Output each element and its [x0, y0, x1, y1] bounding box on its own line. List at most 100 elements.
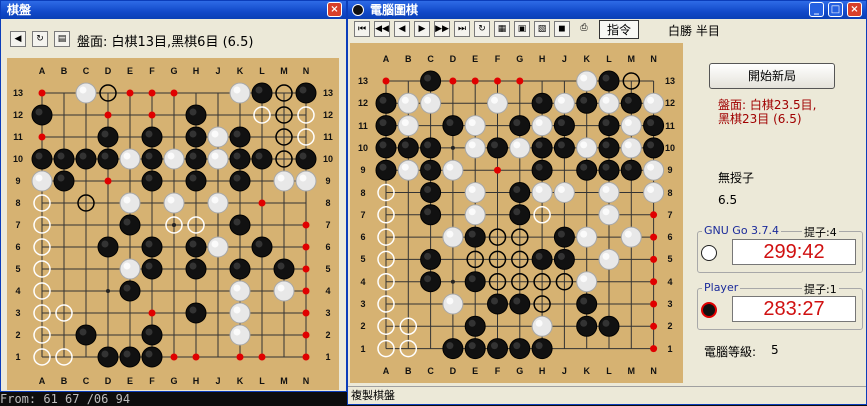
first-icon[interactable]: ⏮	[354, 21, 370, 37]
black-stone	[251, 82, 273, 104]
back-icon[interactable]: ◀	[394, 21, 410, 37]
white-stone	[397, 115, 419, 137]
right-board-panel: A A B B C C D D E E F F G G H H J J K K L L M M N N 13 13 12 12 11 11 10…	[350, 43, 683, 383]
minimize-icon[interactable]: _	[809, 2, 824, 17]
white-stone	[464, 204, 486, 226]
stone-highlight	[189, 174, 197, 182]
command-button[interactable]: 指令	[599, 20, 639, 39]
row-label-left: 6	[360, 232, 366, 243]
stone-highlight	[189, 306, 197, 314]
row-label-right: 7	[325, 220, 331, 230]
last-icon[interactable]: ⏭	[454, 21, 470, 37]
back-icon[interactable]: ◀	[10, 31, 26, 47]
red-territory-mark	[38, 133, 46, 141]
white-stone	[553, 92, 575, 114]
stone-highlight	[145, 152, 153, 160]
image-icon[interactable]: ▧	[534, 21, 550, 37]
white-stone	[598, 92, 620, 114]
white-stone	[643, 182, 665, 203]
stone-highlight	[535, 342, 543, 350]
close-icon[interactable]: ×	[847, 2, 862, 17]
black-stone	[464, 226, 486, 248]
red-territory-mark	[650, 300, 658, 308]
stone-highlight	[211, 240, 219, 248]
white-stone	[229, 324, 251, 346]
column-label-top: N	[302, 66, 310, 76]
fast-forward-icon[interactable]: ▶▶	[434, 21, 450, 37]
board-icon[interactable]: ▤	[54, 31, 70, 47]
white-stone	[531, 315, 553, 337]
stone-highlight	[255, 152, 263, 160]
black-stone	[553, 115, 575, 137]
close-icon[interactable]: ×	[327, 2, 342, 17]
maximize-icon[interactable]: □	[828, 2, 843, 17]
row-label-left: 10	[357, 142, 368, 153]
print-icon[interactable]: ⎙	[576, 21, 592, 37]
stone-highlight	[468, 319, 476, 327]
stone-highlight	[557, 252, 565, 260]
white-stone	[397, 159, 419, 181]
column-label-top: B	[405, 54, 412, 64]
stone-highlight	[647, 141, 655, 149]
white-stone	[229, 82, 251, 104]
forward-icon[interactable]: ▶	[414, 21, 430, 37]
black-stone	[141, 148, 163, 170]
stone-highlight	[468, 275, 476, 283]
red-territory-mark	[126, 89, 134, 97]
white-stone	[207, 192, 229, 214]
column-label-bottom: J	[561, 366, 567, 376]
row-label-right: 5	[325, 264, 331, 274]
black-stone	[643, 115, 665, 137]
row-label-left: 3	[15, 308, 21, 318]
red-territory-mark	[236, 353, 244, 361]
stone-highlight	[299, 86, 307, 94]
black-stone	[531, 338, 553, 360]
stone-highlight	[233, 284, 241, 292]
row-label-left: 3	[360, 299, 366, 309]
black-stone	[375, 115, 397, 137]
row-label-left: 5	[15, 264, 21, 274]
stone-highlight	[580, 141, 588, 149]
black-stone	[97, 148, 119, 170]
black-stone	[141, 324, 163, 346]
board-window-titlebar[interactable]: 棋盤 ×	[1, 1, 346, 19]
red-territory-mark	[302, 353, 310, 361]
stone-highlight	[491, 96, 498, 104]
rewind-icon[interactable]: ◀◀	[374, 21, 390, 37]
black-stone	[598, 70, 620, 92]
stone-highlight	[647, 96, 655, 104]
stone-highlight	[446, 163, 454, 171]
row-label-right: 2	[325, 330, 331, 340]
stone-highlight	[123, 350, 131, 358]
sound-icon[interactable]: ◼	[554, 21, 570, 37]
white-stone	[442, 226, 464, 248]
star-point	[450, 145, 455, 150]
black-stone	[229, 126, 251, 148]
row-label-left: 13	[12, 88, 23, 98]
grid-icon[interactable]: ▦	[494, 21, 510, 37]
stone-highlight	[557, 96, 565, 104]
black-stone	[531, 159, 553, 181]
save-icon[interactable]: ▣	[514, 21, 530, 37]
row-label-right: 1	[667, 343, 673, 354]
new-game-button[interactable]: 開始新局	[709, 63, 835, 89]
column-label-top: H	[538, 54, 546, 64]
white-clock: 299:42	[732, 239, 856, 265]
stone-highlight	[189, 108, 197, 116]
stone-highlight	[424, 163, 432, 171]
stone-highlight	[424, 252, 432, 260]
red-territory-mark	[382, 77, 390, 85]
black-stone	[420, 204, 442, 226]
red-territory-mark	[104, 111, 112, 119]
score-line-1: 盤面: 白棋23.5目,	[718, 98, 817, 112]
black-stone	[273, 258, 295, 280]
refresh-icon[interactable]: ↻	[32, 31, 48, 47]
stone-highlight	[145, 240, 153, 248]
white-stone	[620, 115, 642, 137]
right-go-board[interactable]	[350, 43, 683, 383]
white-stone	[119, 192, 141, 214]
left-go-board[interactable]	[7, 58, 339, 390]
computer-go-titlebar[interactable]: 電腦圍棋 _ □ ×	[348, 1, 866, 19]
stone-highlight	[145, 130, 153, 138]
refresh-icon[interactable]: ↻	[474, 21, 490, 37]
